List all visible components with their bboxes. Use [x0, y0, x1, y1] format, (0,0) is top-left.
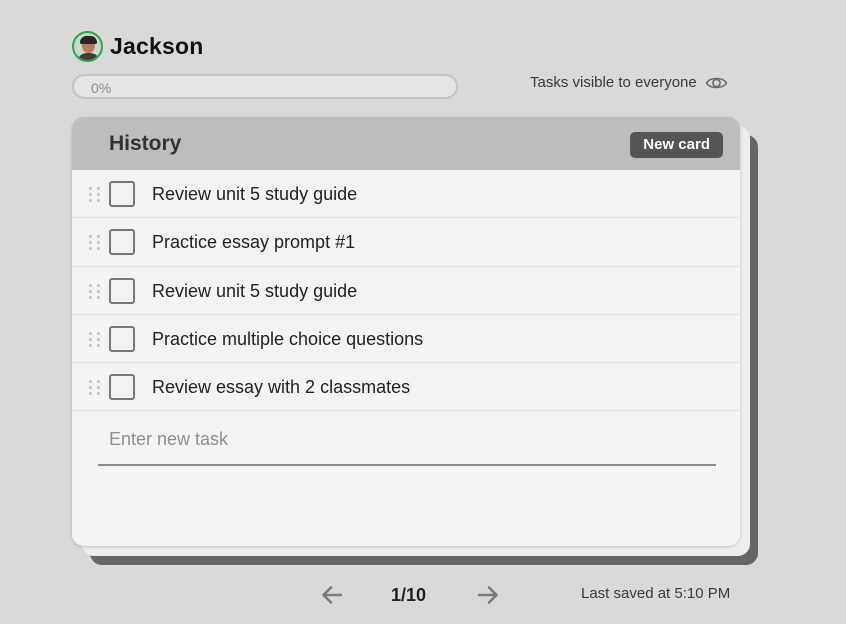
new-card-button[interactable]: New card: [630, 132, 723, 158]
visibility-text: Tasks visible to everyone: [530, 74, 697, 91]
drag-handle-icon[interactable]: [89, 283, 101, 299]
avatar-hair: [80, 36, 97, 44]
app-frame: Jackson 0% Tasks visible to everyone His…: [2, 0, 844, 624]
avatar-shirt: [77, 53, 100, 60]
task-item: Practice essay prompt #1: [72, 218, 740, 267]
task-text: Review essay with 2 classmates: [152, 377, 411, 398]
task-item: Practice multiple choice questions: [72, 315, 740, 364]
user-avatar[interactable]: [72, 31, 103, 62]
eye-icon[interactable]: [705, 75, 728, 91]
task-checkbox[interactable]: [109, 277, 135, 304]
task-text: Review unit 5 study guide: [152, 184, 358, 204]
user-header: Jackson: [72, 31, 203, 62]
drag-handle-icon[interactable]: [89, 187, 101, 202]
task-checkbox[interactable]: [109, 374, 135, 401]
task-item: Review essay with 2 classmates: [72, 363, 740, 412]
progress-bar: 0%: [72, 74, 458, 99]
page-indicator: 1/10: [391, 585, 427, 605]
task-list: Review unit 5 study guide Practice essay…: [72, 170, 740, 412]
drag-handle-icon[interactable]: [89, 235, 101, 251]
task-checkbox[interactable]: [109, 229, 135, 256]
task-item: Review unit 5 study guide: [72, 267, 740, 315]
drag-handle-icon[interactable]: [89, 380, 101, 396]
card-title: History: [109, 132, 182, 155]
new-task-input[interactable]: [98, 416, 716, 462]
task-text: Review unit 5 study guide: [152, 280, 358, 301]
new-task-field: [98, 416, 716, 466]
arrow-right-icon[interactable]: [476, 583, 500, 607]
user-name: Jackson: [110, 33, 204, 59]
arrow-left-icon[interactable]: [320, 583, 344, 607]
last-saved-status: Last saved at 5:10 PM: [581, 585, 731, 602]
task-text: Practice essay prompt #1: [152, 232, 356, 253]
task-checkbox[interactable]: [109, 181, 135, 207]
card-header: History New card: [72, 117, 740, 170]
task-card: History New card Review unit 5 study gui…: [72, 117, 740, 546]
visibility-status: Tasks visible to everyone: [530, 74, 728, 91]
task-text: Practice multiple choice questions: [152, 328, 424, 349]
task-item: Review unit 5 study guide: [72, 170, 740, 219]
drag-handle-icon[interactable]: [89, 331, 101, 347]
task-checkbox[interactable]: [109, 325, 135, 352]
pagination: 1/10: [320, 583, 502, 609]
progress-label: 0%: [91, 80, 112, 96]
